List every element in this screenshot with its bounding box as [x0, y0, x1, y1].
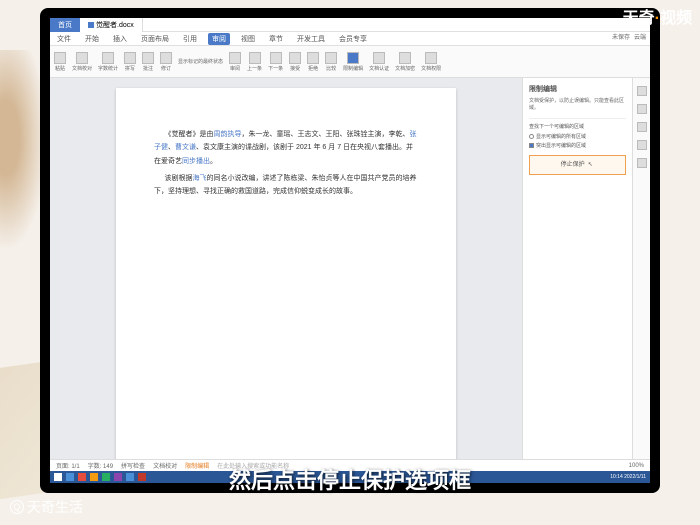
menu-home[interactable]: 开始: [82, 34, 102, 44]
page: 《觉醒者》是由周韵执导，朱一龙、童瑶、王志文、王阳、张珠铨主演，李乾、张子健、曹…: [116, 88, 456, 459]
menubar: 文件 开始 插入 页面布局 引用 审阅 视图 章节 开发工具 会员专享 未保存 …: [50, 32, 650, 46]
menu-file[interactable]: 文件: [54, 34, 74, 44]
paragraph-1: 《觉醒者》是由周韵执导，朱一龙、童瑶、王志文、王阳、张珠铨主演，李乾、张子健、曹…: [154, 128, 418, 168]
ribbon: 粘贴 文档校对 字数统计 拼写 批注 修订 显示标记的最终状态 审阅 上一条 下…: [50, 46, 650, 78]
header-right: 未保存 云端: [612, 32, 646, 41]
ribbon-spell[interactable]: 拼写: [124, 52, 136, 72]
vertical-toolbar: [632, 78, 650, 459]
task-app-icon[interactable]: [66, 473, 74, 481]
vtool-nav-icon[interactable]: [637, 140, 647, 150]
ribbon-reject[interactable]: 拒绝: [307, 52, 319, 72]
accept-icon: [289, 52, 301, 64]
status-restrict[interactable]: 限制编辑: [185, 461, 209, 470]
vtool-search-icon[interactable]: [637, 86, 647, 96]
task-app-icon[interactable]: [90, 473, 98, 481]
panel-description: 文档受保护，以防止误编辑。只能查看此区域。: [529, 98, 626, 112]
checkbox-highlight[interactable]: 突出显示可编辑的区域: [529, 142, 626, 149]
status-words: 字数: 149: [88, 461, 113, 470]
status-spell[interactable]: 拼写检查: [121, 461, 145, 470]
task-app-icon[interactable]: [102, 473, 110, 481]
lock-icon: [347, 52, 359, 64]
monitor-frame: 首页 觉醒者.docx 文件 开始 插入 页面布局 引用 审阅 视图 章节 开发…: [40, 8, 660, 493]
ribbon-compare[interactable]: 比较: [325, 52, 337, 72]
menu-insert[interactable]: 插入: [110, 34, 130, 44]
proof-icon: [76, 52, 88, 64]
next-icon: [270, 52, 282, 64]
ribbon-wordcount[interactable]: 字数统计: [98, 52, 118, 72]
task-app-icon[interactable]: [126, 473, 134, 481]
count-icon: [102, 52, 114, 64]
reject-icon: [307, 52, 319, 64]
perm-icon: [425, 52, 437, 64]
ribbon-comment[interactable]: 批注: [142, 52, 154, 72]
watermark-top: 天奇·视频: [623, 4, 692, 28]
taskbar-clock[interactable]: 10:14 2022/1/11: [610, 474, 646, 480]
task-app-icon[interactable]: [78, 473, 86, 481]
app-home-tab[interactable]: 首页: [50, 18, 80, 32]
cursor-icon: ↖: [586, 161, 594, 171]
status-doccheck[interactable]: 文档校对: [153, 461, 177, 470]
auth-icon: [373, 52, 385, 64]
video-caption: 然后点击停止保护选项框: [229, 463, 471, 495]
task-app-icon[interactable]: [138, 473, 146, 481]
status-page: 页面: 1/1: [56, 461, 80, 470]
screen: 首页 觉醒者.docx 文件 开始 插入 页面布局 引用 审阅 视图 章节 开发…: [50, 18, 650, 483]
document-canvas[interactable]: 《觉醒者》是由周韵执导，朱一龙、童瑶、王志文、王阳、张珠铨主演，李乾、张子健、曹…: [50, 78, 522, 459]
ribbon-display[interactable]: 显示标记的最终状态: [178, 58, 223, 65]
word-icon: [88, 22, 94, 28]
menu-member[interactable]: 会员专享: [336, 34, 370, 44]
menu-chapter[interactable]: 章节: [266, 34, 286, 44]
logo-icon: Q: [10, 500, 24, 514]
menu-references[interactable]: 引用: [180, 34, 200, 44]
encrypt-icon: [399, 52, 411, 64]
track-icon: [160, 52, 172, 64]
ribbon-encrypt[interactable]: 文档加密: [395, 52, 415, 72]
vtool-select-icon[interactable]: [637, 122, 647, 132]
vtool-style-icon[interactable]: [637, 104, 647, 114]
content-area: 《觉醒者》是由周韵执导，朱一龙、童瑶、王志文、王阳、张珠铨主演，李乾、张子健、曹…: [50, 78, 650, 459]
ribbon-proof[interactable]: 文档校对: [72, 52, 92, 72]
document-tab[interactable]: 觉醒者.docx: [80, 18, 143, 32]
cloud-label: 云端: [634, 32, 646, 41]
task-app-icon[interactable]: [114, 473, 122, 481]
ribbon-perm[interactable]: 文档权限: [421, 52, 441, 72]
vtool-settings-icon[interactable]: [637, 158, 647, 168]
paste-icon: [54, 52, 66, 64]
ribbon-auth[interactable]: 文档认证: [369, 52, 389, 72]
ribbon-next[interactable]: 下一条: [268, 52, 283, 72]
radio-icon: [529, 134, 534, 139]
prev-icon: [249, 52, 261, 64]
compare-icon: [325, 52, 337, 64]
panel-title: 限制编辑: [529, 84, 626, 94]
menu-view[interactable]: 视图: [238, 34, 258, 44]
checkbox-icon: [529, 143, 534, 148]
titlebar: 首页 觉醒者.docx: [50, 18, 650, 32]
radio-show-all[interactable]: 显示可编辑的所有区域: [529, 133, 626, 140]
status-zoom[interactable]: 100%: [629, 463, 644, 469]
ribbon-track[interactable]: 修订: [160, 52, 172, 72]
stop-protection-button[interactable]: 停止保护 ↖: [529, 155, 626, 175]
ribbon-paste[interactable]: 粘贴: [54, 52, 66, 72]
menu-review[interactable]: 审阅: [208, 33, 230, 45]
menu-dev[interactable]: 开发工具: [294, 34, 328, 44]
spell-icon: [124, 52, 136, 64]
ribbon-restrict[interactable]: 限制编辑: [343, 52, 363, 72]
menu-layout[interactable]: 页面布局: [138, 34, 172, 44]
ribbon-review[interactable]: 审阅: [229, 52, 241, 72]
comment-icon: [142, 52, 154, 64]
start-icon[interactable]: [54, 473, 62, 481]
unsaved-label: 未保存: [612, 32, 630, 41]
paragraph-2: 该剧根据海飞的同名小说改编，讲述了陈栋梁、朱怡贞等人在中国共产党员的培养下，坚持…: [154, 172, 418, 199]
restrict-editing-panel: 限制编辑 文档受保护，以防止误编辑。只能查看此区域。 查找下一个可编辑的区域 显…: [522, 78, 632, 459]
ribbon-prev[interactable]: 上一条: [247, 52, 262, 72]
review-icon: [229, 52, 241, 64]
ribbon-accept[interactable]: 接受: [289, 52, 301, 72]
watermark-bottom: Q 天奇生活: [10, 497, 83, 517]
panel-section-label: 查找下一个可编辑的区域: [529, 123, 626, 130]
